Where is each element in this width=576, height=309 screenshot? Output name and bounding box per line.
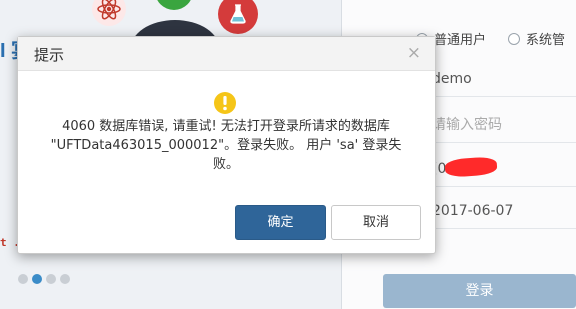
dialog-header: 提示 × bbox=[18, 37, 435, 71]
error-dialog: 提示 × 4060 数据库错误, 请重试! 无法打开登录所请求的数据库 "UFT… bbox=[17, 36, 436, 254]
radio-unselected-icon[interactable] bbox=[508, 32, 521, 45]
username-field[interactable]: demo bbox=[432, 62, 576, 97]
close-icon[interactable]: × bbox=[407, 43, 421, 63]
user-type-system[interactable]: 系统管 bbox=[508, 29, 565, 48]
message-line: 败。 bbox=[212, 157, 239, 172]
message-line: "UFTData463015_000012"。登录失败。 用户 'sa' 登录失 bbox=[50, 138, 402, 153]
ok-button[interactable]: 确定 bbox=[235, 205, 326, 240]
user-type-normal-label: 普通用户 bbox=[434, 33, 487, 48]
user-type-system-label: 系统管 bbox=[526, 33, 566, 48]
message-line: 4060 数据库错误, 请重试! 无法打开登录所请求的数据库 bbox=[62, 119, 390, 134]
cancel-button[interactable]: 取消 bbox=[331, 205, 421, 240]
carousel-indicators bbox=[18, 274, 70, 284]
dialog-message: 4060 数据库错误, 请重试! 无法打开登录所请求的数据库 "UFTData4… bbox=[38, 117, 414, 174]
flask-icon bbox=[230, 4, 246, 24]
carousel-dot[interactable] bbox=[18, 274, 28, 284]
carousel-dot-active[interactable] bbox=[32, 274, 42, 284]
login-button[interactable]: 登录 bbox=[383, 274, 576, 308]
carousel-dot[interactable] bbox=[46, 274, 56, 284]
user-type-selector: 普通用户 系统管 bbox=[416, 29, 565, 48]
carousel-dot[interactable] bbox=[60, 274, 70, 284]
atom-icon bbox=[97, 0, 121, 20]
dialog-title: 提示 bbox=[34, 46, 65, 64]
date-field[interactable]: 2017-06-07 bbox=[432, 194, 576, 229]
password-field[interactable]: 请输入密码 bbox=[432, 108, 576, 143]
warning-icon bbox=[214, 92, 236, 114]
